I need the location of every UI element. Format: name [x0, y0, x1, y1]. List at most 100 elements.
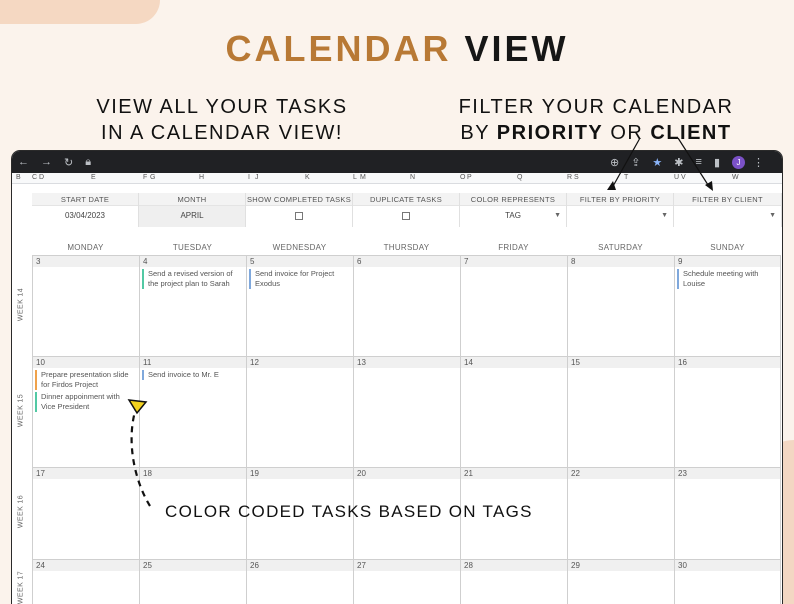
day-number: 23 — [675, 468, 780, 479]
period-value[interactable]: APRIL — [139, 206, 245, 227]
week-label: WEEK 17 — [17, 570, 25, 604]
column-header-row: B CD E FG H IJ K LM N OP Q RS T UV W — [12, 173, 782, 184]
day-number: 11 — [140, 357, 246, 368]
day-name-header: MONDAY — [67, 243, 104, 252]
calendar-day-cell[interactable]: 9 Schedule meeting with Louise — [674, 255, 781, 356]
show-completed-checkbox[interactable] — [295, 211, 303, 220]
day-number: 24 — [33, 560, 139, 571]
day-number: 10 — [33, 357, 139, 368]
day-name-header: FRIDAY — [498, 243, 529, 252]
caption-word-priority: PRIORITY — [496, 122, 604, 144]
task-item[interactable]: Prepare presentation slide for Firdos Pr… — [35, 370, 135, 390]
task-item[interactable]: Send invoice to Mr. E — [142, 370, 242, 380]
control-label: COLOR REPRESENTS — [460, 193, 566, 206]
calendar-day-cell[interactable]: 17 — [32, 467, 139, 559]
day-number: 21 — [461, 468, 567, 479]
calendar-day-cell[interactable]: 29 — [567, 559, 674, 604]
task-item[interactable]: Send a revised version of the project pl… — [142, 269, 242, 289]
color-represents-select[interactable]: TAG ▼ — [460, 206, 566, 227]
calendar-day-cell[interactable]: 14 — [460, 356, 567, 467]
title-dark: VIEW — [464, 28, 569, 69]
column-letter: E — [91, 174, 96, 181]
calendar-day-cell[interactable]: 22 — [567, 467, 674, 559]
calendar-day-cell[interactable]: 27 — [353, 559, 460, 604]
filter-client-select[interactable]: ▼ — [674, 206, 781, 227]
column-letter: T — [624, 174, 629, 181]
caption-filter: FILTER YOUR CALENDAR BY PRIORITY OR CLIE… — [448, 94, 744, 146]
calendar-day-cell[interactable]: 13 — [353, 356, 460, 467]
calendar-day-cell[interactable]: 8 — [567, 255, 674, 356]
calendar-day-cell[interactable]: 15 — [567, 356, 674, 467]
control-label: FILTER BY PRIORITY — [567, 193, 673, 206]
zoom-icon[interactable]: ⊕ — [610, 156, 619, 169]
calendar-day-cell[interactable]: 25 — [139, 559, 246, 604]
browser-window: ← → ↻ 🔒︎ ⊕ ⇪ ★ ✱ ≡ ▮ J ⋮ BCDEFGHIJKLMNOP… — [12, 151, 782, 604]
week-label: WEEK 16 — [17, 494, 25, 529]
star-icon[interactable]: ★ — [652, 156, 662, 169]
task-item[interactable]: Dinner appoinment with Vice President — [35, 392, 135, 412]
chevron-down-icon: ▼ — [554, 212, 561, 219]
column-letter: H — [199, 174, 205, 181]
day-number: 14 — [461, 357, 567, 368]
caption-word: BY — [460, 122, 490, 144]
forward-icon[interactable]: → — [41, 156, 52, 168]
calendar-day-cell[interactable]: 23 — [674, 467, 781, 559]
day-number: 17 — [33, 468, 139, 479]
task-item[interactable]: Schedule meeting with Louise — [677, 269, 776, 289]
day-number: 15 — [568, 357, 674, 368]
column-letter: Q — [517, 174, 523, 181]
start-date-control: START DATE 03/04/2023 — [32, 193, 139, 227]
calendar-day-cell[interactable]: 5 Send invoice for Project Exodus — [246, 255, 353, 356]
day-number: 12 — [247, 357, 353, 368]
calendar-day-cell[interactable]: 4 Send a revised version of the project p… — [139, 255, 246, 356]
duplicate-checkbox[interactable] — [402, 211, 410, 220]
calendar-day-cell[interactable]: 10 Prepare presentation slide for Firdos … — [32, 356, 139, 467]
day-number: 18 — [140, 468, 246, 479]
column-letter: K — [305, 174, 310, 181]
day-name-header: SATURDAY — [598, 243, 643, 252]
control-label: SHOW COMPLETED TASKS — [246, 193, 352, 206]
duplicate-control: DUPLICATE TASKS — [353, 193, 460, 227]
day-number: 22 — [568, 468, 674, 479]
day-number: 27 — [354, 560, 460, 571]
start-date-value[interactable]: 03/04/2023 — [32, 206, 138, 227]
task-item[interactable]: Send invoice for Project Exodus — [249, 269, 349, 289]
calendar-day-cell[interactable]: 3 — [32, 255, 139, 356]
calendar-day-cell[interactable]: 12 — [246, 356, 353, 467]
calendar-day-cell[interactable]: 16 — [674, 356, 781, 467]
column-letter: O — [460, 174, 466, 181]
day-name-header: TUESDAY — [172, 243, 213, 252]
calendar-day-cell[interactable]: 24 — [32, 559, 139, 604]
extensions-icon[interactable]: ✱ — [674, 156, 683, 169]
day-number: 19 — [247, 468, 353, 479]
day-number: 26 — [247, 560, 353, 571]
column-letter: F — [143, 174, 148, 181]
avatar[interactable]: J — [732, 155, 745, 169]
menu-icon[interactable]: ⋮ — [753, 156, 764, 169]
sidebar-icon[interactable]: ▮ — [714, 156, 720, 169]
week-label: WEEK 15 — [17, 393, 25, 427]
calendar-day-cell[interactable]: 26 — [246, 559, 353, 604]
share-icon[interactable]: ⇪ — [631, 156, 640, 169]
chevron-down-icon: ▼ — [661, 212, 668, 219]
calendar-day-cell[interactable]: 11 Send invoice to Mr. E — [139, 356, 246, 467]
calendar-day-cell[interactable]: 7 — [460, 255, 567, 356]
day-name-header: SUNDAY — [710, 243, 745, 252]
filter-priority-select[interactable]: ▼ — [567, 206, 673, 227]
calendar-day-cell[interactable]: 28 — [460, 559, 567, 604]
column-letter: U — [674, 174, 680, 181]
day-number: 20 — [354, 468, 460, 479]
back-icon[interactable]: ← — [18, 156, 29, 168]
caption-word: OR — [610, 122, 644, 144]
column-letter: R — [567, 174, 573, 181]
reading-list-icon[interactable]: ≡ — [696, 156, 702, 168]
calendar-day-cell[interactable]: 30 — [674, 559, 781, 604]
caption-line: IN A CALENDAR VIEW! — [101, 122, 343, 144]
show-completed-control: SHOW COMPLETED TASKS — [246, 193, 353, 227]
calendar-day-cell[interactable]: 6 — [353, 255, 460, 356]
day-number: 13 — [354, 357, 460, 368]
reload-icon[interactable]: ↻ — [64, 156, 73, 169]
filter-client-control: FILTER BY CLIENT ▼ — [674, 193, 782, 227]
control-label: FILTER BY CLIENT — [674, 193, 781, 206]
day-number: 7 — [461, 256, 567, 267]
